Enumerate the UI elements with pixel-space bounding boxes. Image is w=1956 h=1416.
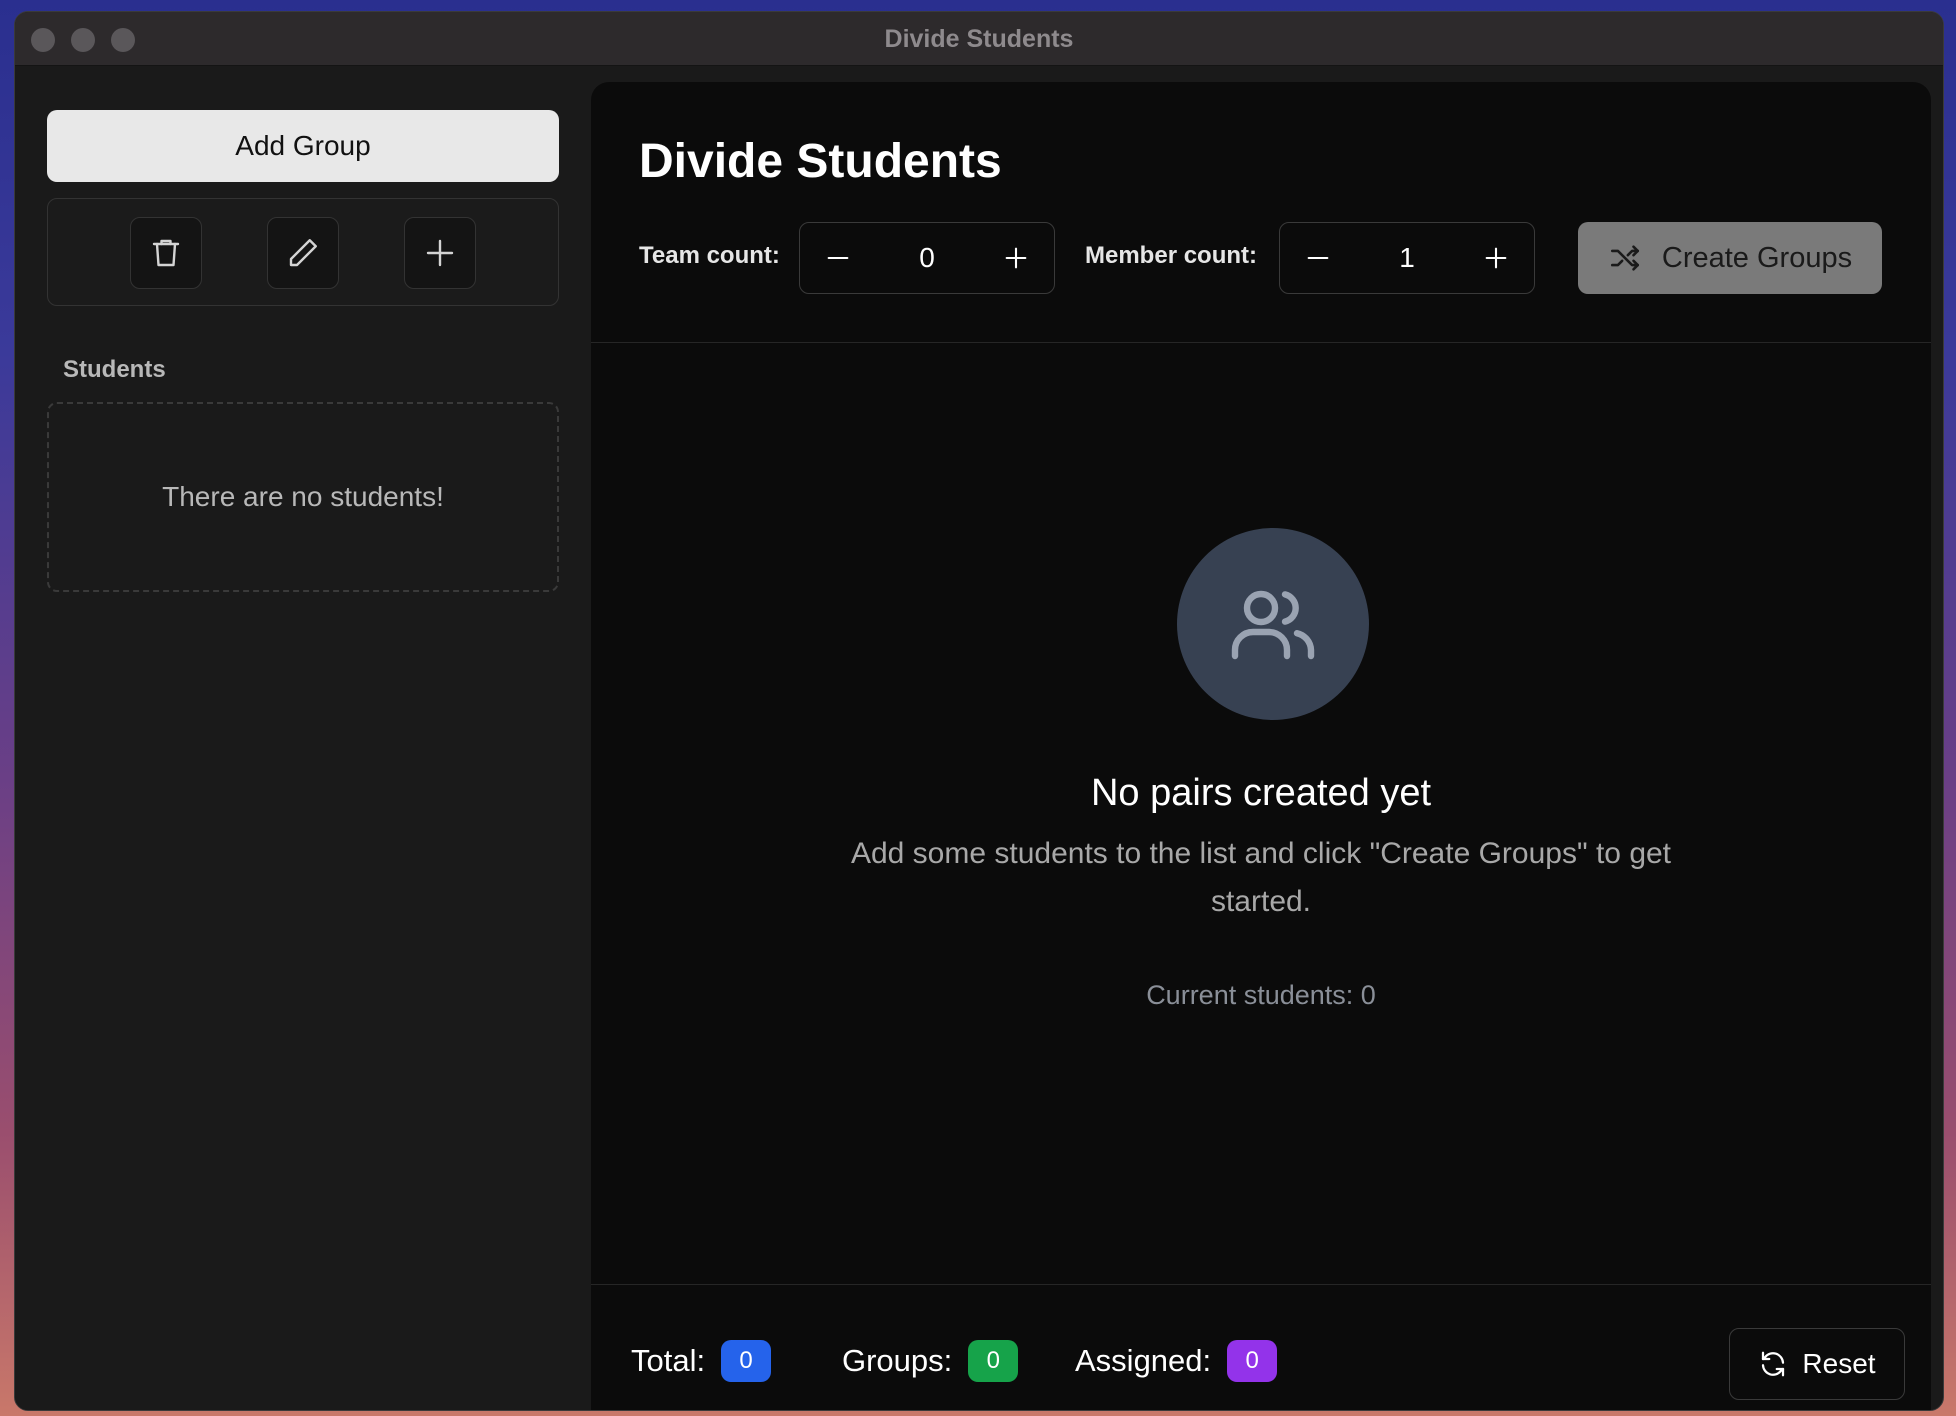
delete-button[interactable]: [130, 217, 202, 289]
team-count-decrement-button[interactable]: [800, 223, 876, 293]
groups-label: Groups:: [842, 1343, 953, 1378]
assigned-label: Assigned:: [1075, 1343, 1212, 1378]
plus-icon: [426, 239, 454, 267]
minus-icon: [827, 256, 849, 260]
groups-badge: 0: [968, 1340, 1019, 1382]
empty-state-title: No pairs created yet: [1090, 772, 1432, 814]
plus-icon: [1005, 247, 1027, 269]
window-title: Divide Students: [884, 25, 1074, 53]
add-button[interactable]: [404, 217, 476, 289]
team-count-label: Team count:: [639, 242, 780, 269]
title-bar: Divide Students: [15, 12, 1943, 66]
reset-button[interactable]: Reset: [1729, 1328, 1905, 1400]
current-students-count: Current students: 0: [1146, 980, 1376, 1010]
groups-stat: Groups: 0: [842, 1340, 1019, 1382]
group-toolbar: [47, 198, 559, 306]
students-heading: Students: [63, 356, 166, 383]
students-empty-placeholder: There are no students!: [47, 402, 559, 592]
main-panel: Divide Students Team count: 0 Member cou…: [591, 82, 1931, 1410]
pencil-icon: [289, 239, 317, 267]
minus-icon: [1307, 256, 1329, 260]
member-count-increment-button[interactable]: [1458, 223, 1534, 293]
students-empty-text: There are no students!: [162, 481, 444, 512]
page-title: Divide Students: [639, 135, 1002, 188]
plus-icon: [1485, 247, 1507, 269]
reset-label: Reset: [1802, 1348, 1876, 1379]
add-group-button[interactable]: Add Group: [47, 110, 559, 182]
header-divider: [591, 342, 1931, 343]
create-groups-label: Create Groups: [1661, 241, 1853, 274]
assigned-stat: Assigned: 0: [1075, 1340, 1278, 1382]
total-stat: Total: 0: [631, 1340, 772, 1382]
team-count-increment-button[interactable]: [978, 223, 1054, 293]
member-count-value[interactable]: 1: [1356, 223, 1458, 293]
total-badge: 0: [721, 1340, 772, 1382]
empty-state-description: Add some students to the list and click …: [850, 837, 1672, 918]
member-count-stepper: 1: [1279, 222, 1535, 294]
sidebar: Add Group Students There are no students…: [15, 66, 591, 1410]
refresh-icon: [1762, 1351, 1785, 1377]
assigned-badge: 0: [1227, 1340, 1278, 1382]
shuffle-icon: [1610, 245, 1639, 271]
empty-state-illustration: [1177, 528, 1369, 720]
team-count-stepper: 0: [799, 222, 1055, 294]
member-count-decrement-button[interactable]: [1280, 223, 1356, 293]
trash-icon: [152, 239, 180, 267]
footer-divider: [591, 1284, 1931, 1285]
users-icon: [1231, 590, 1315, 660]
create-groups-button[interactable]: Create Groups: [1578, 222, 1882, 294]
total-label: Total:: [631, 1343, 706, 1378]
member-count-label: Member count:: [1085, 242, 1258, 269]
edit-button[interactable]: [267, 217, 339, 289]
team-count-value[interactable]: 0: [876, 223, 978, 293]
app-window: Divide Students Add Group Students There…: [14, 11, 1944, 1411]
